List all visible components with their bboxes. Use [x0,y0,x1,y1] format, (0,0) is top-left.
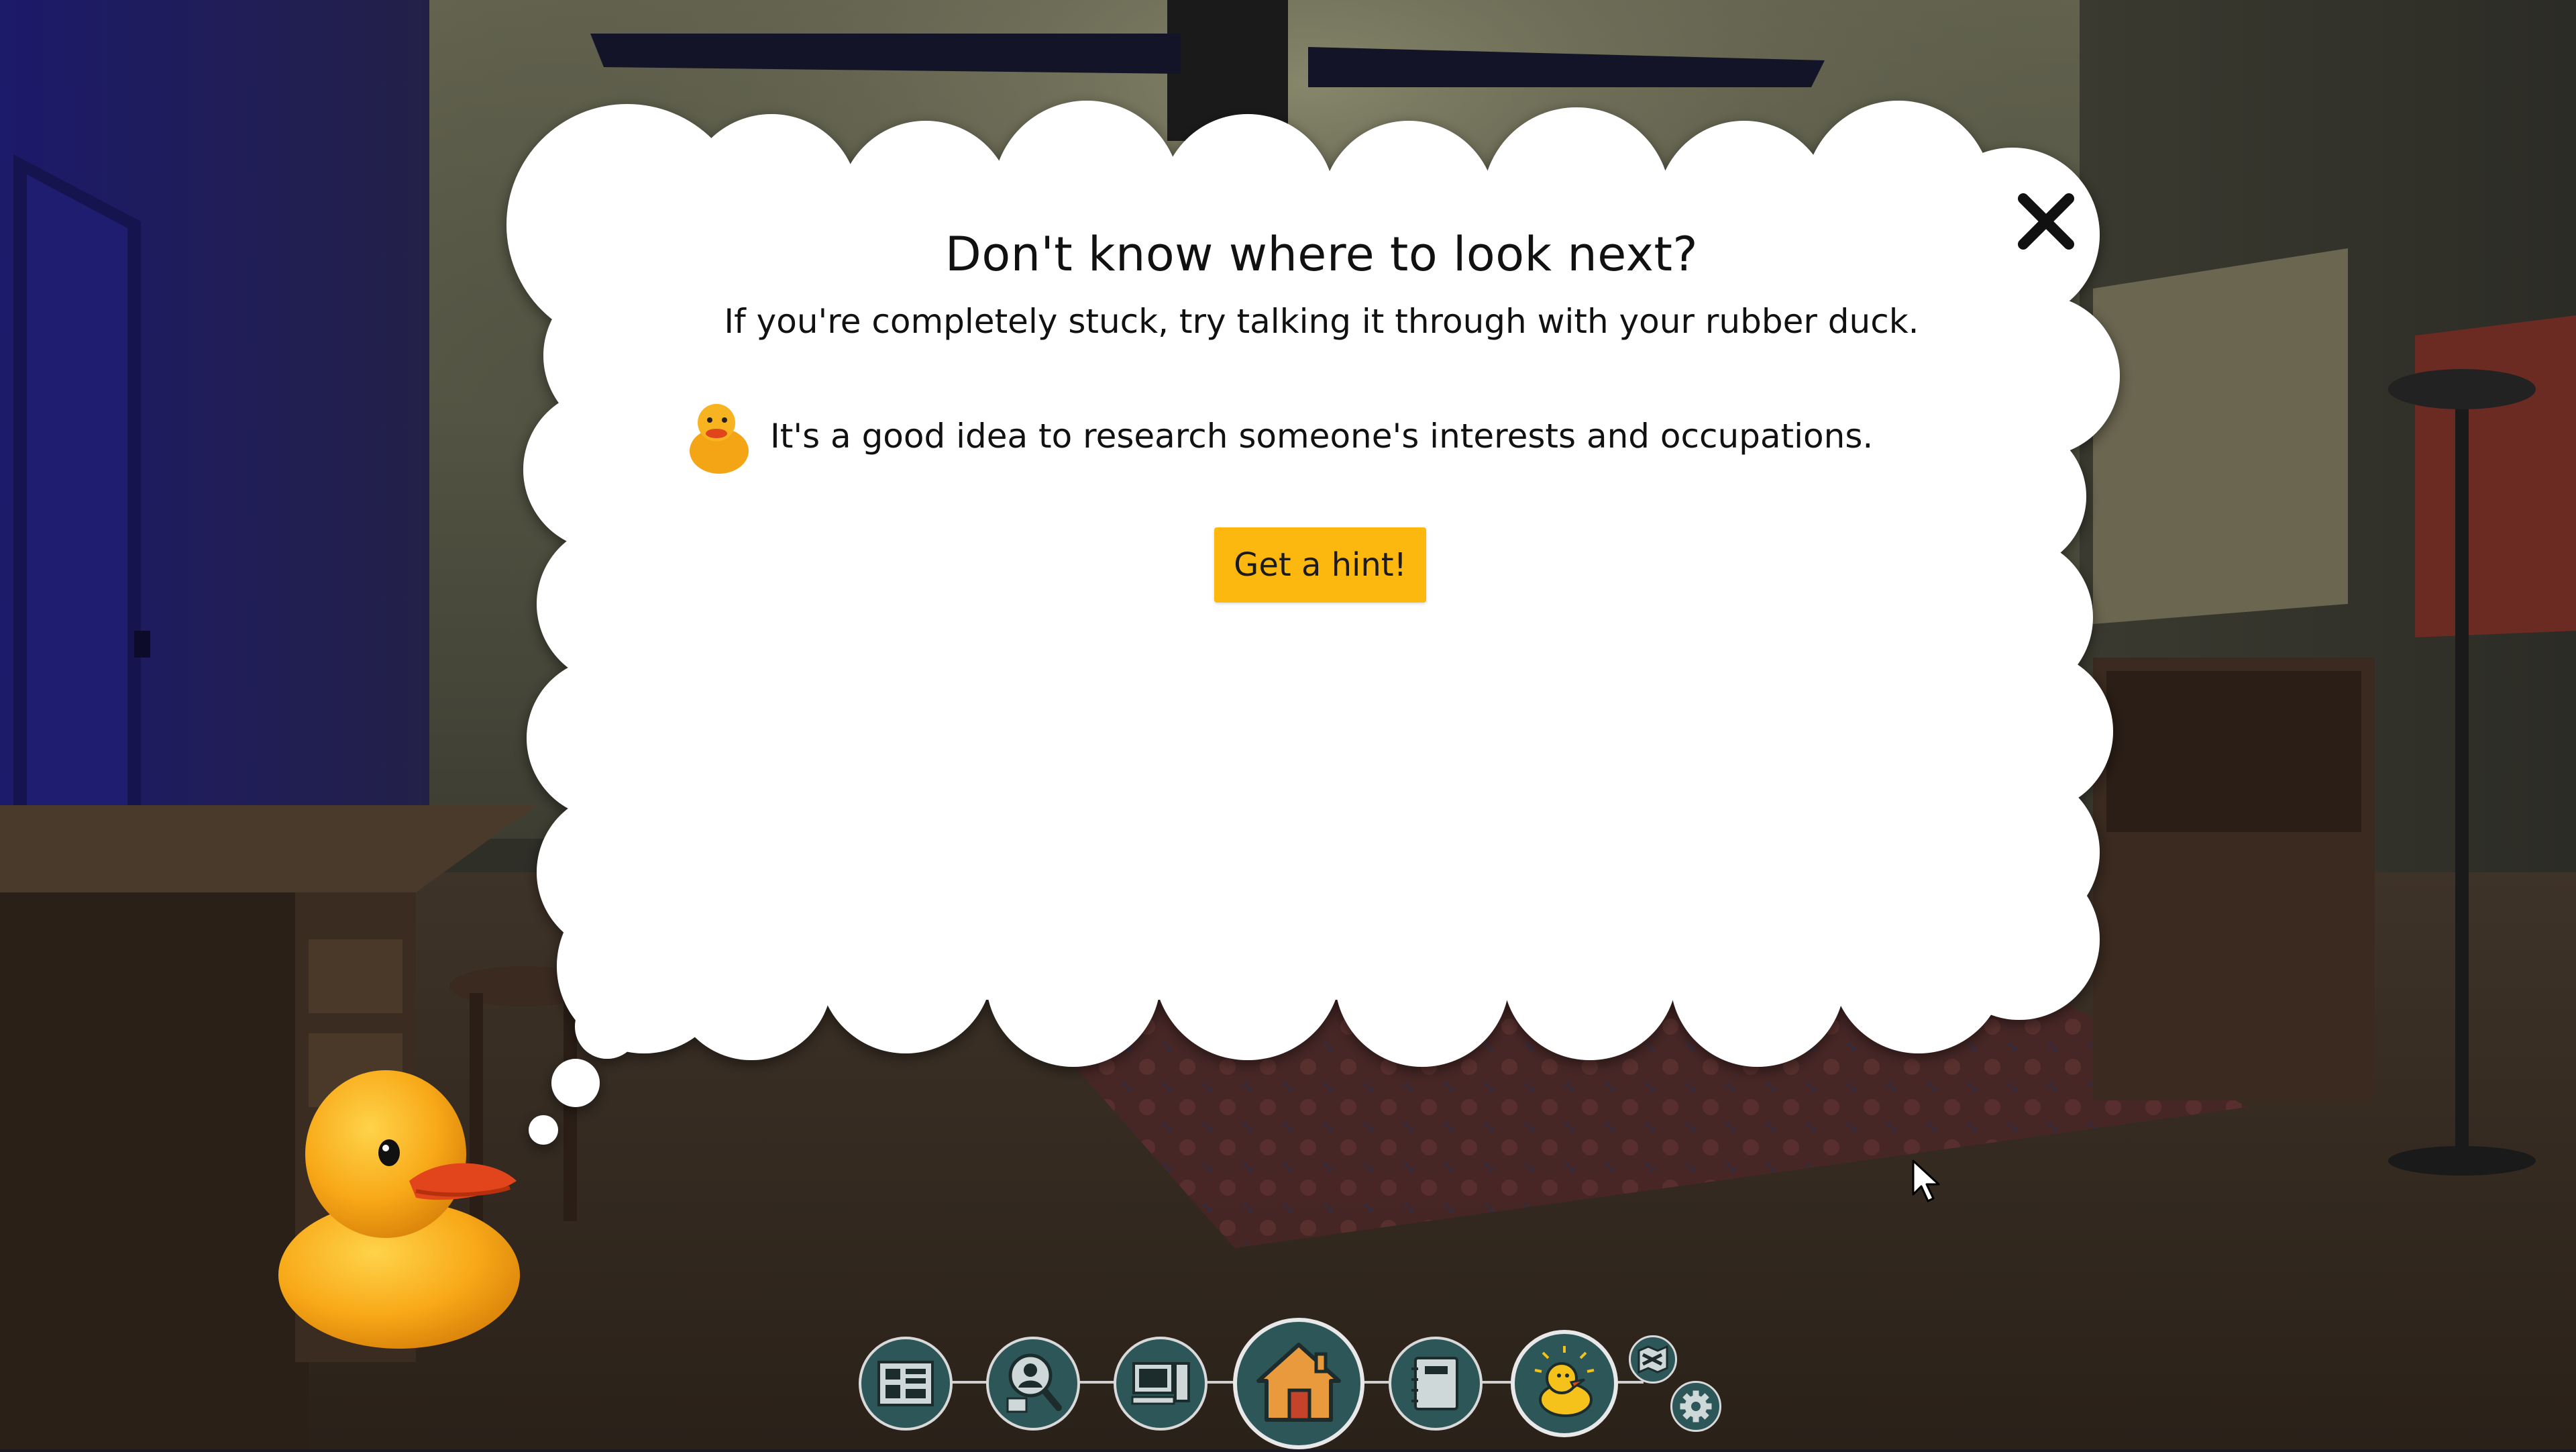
rubber-duck-character[interactable] [275,1053,537,1349]
corkboard-icon [877,1361,934,1406]
close-button[interactable] [2002,178,2090,265]
dialog-subtitle: If you're completely stuck, try talking … [724,302,1919,341]
house-icon [1256,1343,1341,1422]
hint-dialog: Don't know where to look next? If you're… [550,201,2093,1006]
settings-button[interactable] [1670,1381,1721,1432]
map-button[interactable] [1629,1335,1677,1384]
notebook-icon [1411,1357,1458,1410]
computer-icon [1131,1362,1190,1405]
rubber-duck-button[interactable] [1511,1330,1618,1437]
computer-button[interactable] [1114,1337,1208,1431]
dialog-title: Don't know where to look next? [945,227,1699,282]
hint-row: It's a good idea to research someone's i… [684,396,1873,476]
person-magnifier-icon [1006,1353,1062,1413]
case-board-button[interactable] [859,1337,953,1431]
bottom-toolbar [852,1315,1744,1449]
notebook-button[interactable] [1389,1337,1483,1431]
suspect-search-button[interactable] [986,1337,1080,1431]
mouse-cursor [1912,1159,1940,1202]
duck-icon [1534,1346,1595,1417]
gear-icon [1680,1390,1712,1422]
rubber-duck-icon [690,404,749,474]
close-icon [2018,193,2074,250]
get-hint-button[interactable]: Get a hint! [1214,527,1426,603]
map-icon [1638,1345,1668,1374]
hint-text: It's a good idea to research someone's i… [770,417,1874,456]
home-button[interactable] [1233,1318,1364,1449]
